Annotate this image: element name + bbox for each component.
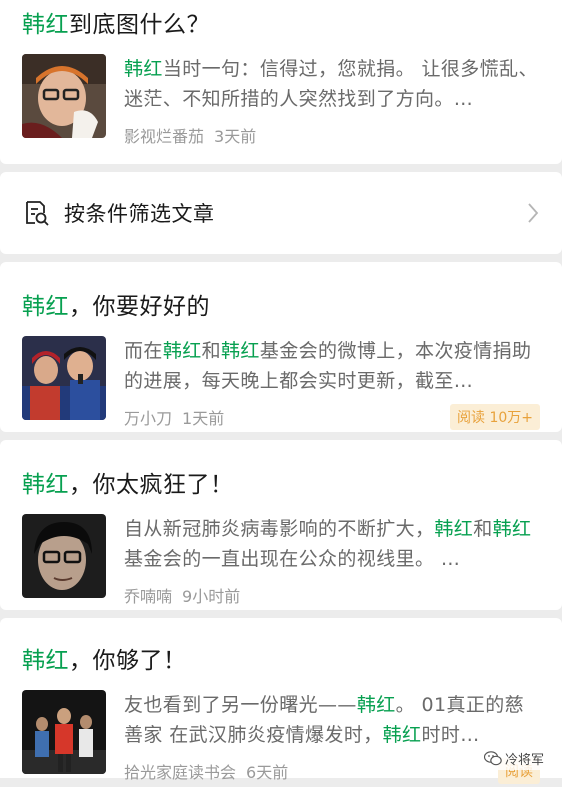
snippet-text: 友也看到了另一份曙光—— [124, 694, 357, 716]
article-card-4[interactable]: 韩红，你够了！ 友也看到了另一份曙光——韩红。 01真正的慈善家 在武汉肺炎疫情… [0, 618, 562, 784]
snippet-highlight: 韩红 [124, 58, 163, 80]
article-meta: 拾光家庭读书会 6天前 阅读 [124, 758, 540, 784]
article-card-1[interactable]: 韩红到底图什么？ 韩红当时一句：信得过，您就捐。 让很多慌乱、迷茫、不知所措的人… [0, 0, 562, 164]
snippet-text: 当时一句：信得过，您就捐。 让很多慌乱、迷茫、不知所措的人突然找到了方向。… [124, 58, 538, 110]
title-highlight: 韩红 [22, 472, 69, 498]
snippet-text: 而在 [124, 340, 163, 362]
article-title[interactable]: 韩红到底图什么？ [22, 8, 540, 42]
title-text: 到底图什么？ [69, 12, 210, 38]
snippet-highlight: 韩红 [162, 340, 202, 362]
title-highlight: 韩红 [22, 12, 69, 38]
snippet-text: 基金会的一直出现在公众的视线里。 … [124, 548, 461, 570]
snippet-highlight: 韩红 [434, 518, 474, 540]
title-highlight: 韩红 [22, 648, 69, 674]
chevron-right-icon [528, 203, 539, 223]
filter-document-search-icon [26, 201, 49, 226]
watermark-text: 冷将军 [504, 753, 544, 768]
article-time: 1天前 [182, 409, 225, 428]
title-text: ，你要好好的 [69, 294, 210, 320]
title-text: ，你够了！ [69, 648, 187, 674]
article-snippet: 而在韩红和韩红基金会的微博上，本次疫情捐助的进展，每天晚上都会实时更新，截至… [124, 336, 540, 396]
read-count-badge: 阅读 10万+ [450, 404, 540, 430]
article-thumbnail[interactable] [22, 690, 106, 774]
article-meta: 万小刀 1天前 阅读 10万+ [124, 404, 540, 430]
title-highlight: 韩红 [22, 294, 69, 320]
article-time: 3天前 [214, 127, 257, 146]
article-thumbnail[interactable] [22, 54, 106, 138]
article-source[interactable]: 乔喃喃 [124, 587, 172, 606]
snippet-highlight: 韩红 [356, 694, 396, 716]
article-time: 9小时前 [182, 587, 241, 606]
article-snippet: 自从新冠肺炎病毒影响的不断扩大，韩红和韩红基金会的一直出现在公众的视线里。 … [124, 514, 540, 574]
filter-label: 按条件筛选文章 [64, 202, 215, 226]
snippet-highlight: 韩红 [382, 724, 422, 746]
article-meta: 乔喃喃 9小时前 [124, 582, 540, 608]
article-snippet: 韩红当时一句：信得过，您就捐。 让很多慌乱、迷茫、不知所措的人突然找到了方向。… [124, 54, 540, 114]
article-card-3[interactable]: 韩红，你太疯狂了！ 自从新冠肺炎病毒影响的不断扩大，韩红和韩红基金会的一直出现在… [0, 440, 562, 610]
snippet-highlight: 韩红 [221, 340, 260, 362]
snippet-text: 时时… [421, 724, 480, 746]
filter-articles-row[interactable]: 按条件筛选文章 [0, 172, 562, 254]
article-source[interactable]: 万小刀 [124, 409, 172, 428]
search-results-feed: 韩红到底图什么？ 韩红当时一句：信得过，您就捐。 让很多慌乱、迷茫、不知所措的人… [0, 0, 562, 784]
snippet-text: 和 [201, 340, 222, 362]
snippet-text: 自从新冠肺炎病毒影响的不断扩大， [124, 518, 435, 540]
article-thumbnail[interactable] [22, 514, 106, 598]
wechat-icon [483, 751, 502, 766]
article-source[interactable]: 影视烂番茄 [124, 127, 204, 146]
snippet-text: 和 [473, 518, 493, 540]
article-title[interactable]: 韩红，你够了！ [22, 644, 540, 678]
article-title[interactable]: 韩红，你要好好的 [22, 290, 540, 324]
article-meta: 影视烂番茄 3天前 [124, 122, 540, 148]
article-card-2[interactable]: 韩红，你要好好的 而在韩红和韩红基金会的微博上，本次疫情捐助的进展，每天晚上都会… [0, 262, 562, 432]
article-source[interactable]: 拾光家庭读书会 [124, 763, 236, 782]
article-time: 6天前 [246, 763, 289, 782]
article-snippet: 友也看到了另一份曙光——韩红。 01真正的慈善家 在武汉肺炎疫情爆发时，韩红时时… [124, 690, 540, 750]
title-text: ，你太疯狂了！ [69, 472, 234, 498]
snippet-highlight: 韩红 [492, 518, 532, 540]
article-title[interactable]: 韩红，你太疯狂了！ [22, 468, 540, 502]
article-thumbnail[interactable] [22, 336, 106, 420]
watermark: 冷将军 [479, 747, 548, 770]
